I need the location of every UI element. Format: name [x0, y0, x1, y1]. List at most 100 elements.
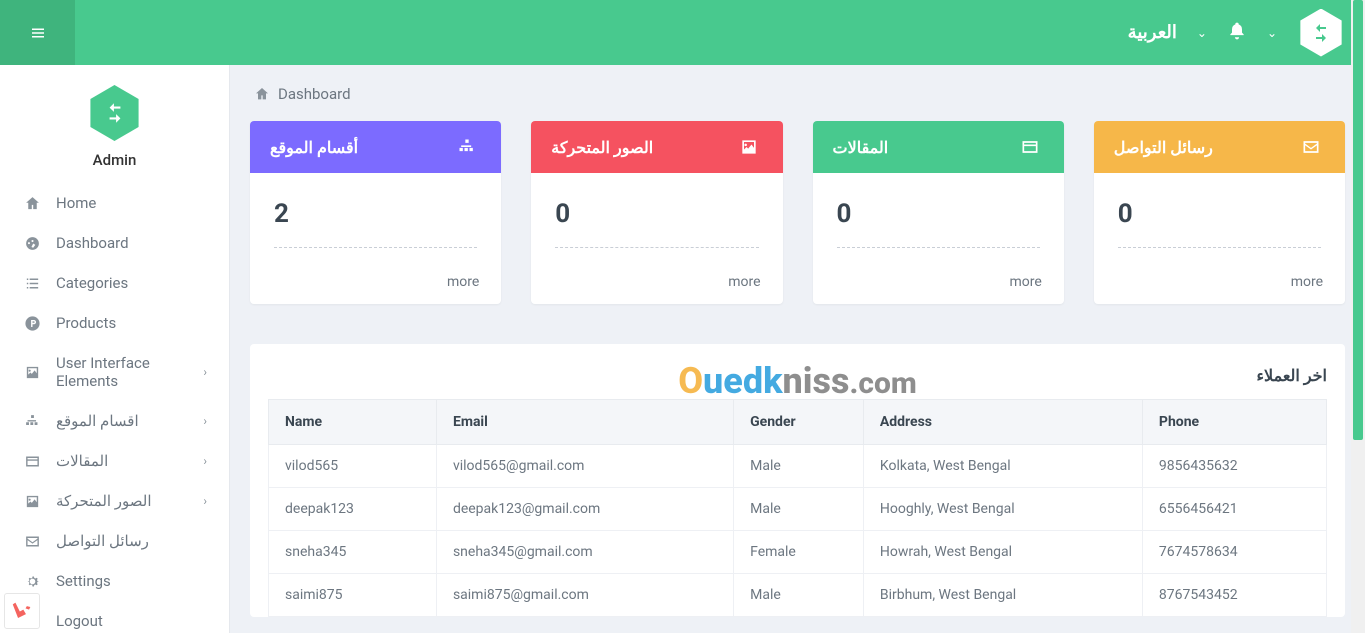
- sidebar-item-2[interactable]: Categories: [0, 263, 229, 303]
- sidebar-item-4[interactable]: User Interface Elements›: [0, 343, 229, 401]
- sidebar-item-6[interactable]: المقالات›: [0, 441, 229, 481]
- image-icon: [22, 364, 42, 381]
- sidebar-item-0[interactable]: Home: [0, 183, 229, 223]
- sidebar-item-7[interactable]: الصور المتحركة›: [0, 481, 229, 521]
- dashboard-icon: [22, 235, 42, 252]
- card-value: 0: [1118, 199, 1321, 248]
- list-icon: [22, 275, 42, 292]
- image-icon: [22, 493, 42, 510]
- table-cell: 6556456421: [1142, 488, 1326, 531]
- card-icon: [1016, 137, 1044, 157]
- sidebar: Admin Home Dashboard Categories Products Use…: [0, 65, 230, 633]
- sidebar-logo-icon: [87, 85, 143, 141]
- table-cell: Male: [734, 574, 864, 617]
- sidebar-item-label: Settings: [56, 572, 207, 590]
- sidebar-item-8[interactable]: رسائل التواصل: [0, 521, 229, 561]
- table-row: deepak123deepak123@gmail.comMaleHooghly,…: [269, 488, 1327, 531]
- info-card-0: أقسام الموقع 2 more: [250, 121, 501, 304]
- sidebar-item-label: Dashboard: [56, 234, 207, 252]
- table-cell: Kolkata, West Bengal: [863, 445, 1142, 488]
- table-cell: Birbhum, West Bengal: [863, 574, 1142, 617]
- chevron-right-icon: ›: [203, 454, 207, 468]
- card-value: 0: [837, 199, 1040, 248]
- breadcrumb: Dashboard: [250, 65, 1345, 121]
- language-label[interactable]: العربية: [1128, 22, 1177, 43]
- card-value: 2: [274, 199, 477, 248]
- sidebar-item-5[interactable]: اقسام الموقع›: [0, 401, 229, 441]
- topbar: العربية ⌄ ⌄: [0, 0, 1365, 65]
- notifications-button[interactable]: [1227, 21, 1247, 45]
- info-card-1: الصور المتحركة0more: [531, 121, 782, 304]
- table-cell: saimi875@gmail.com: [436, 574, 733, 617]
- chevron-right-icon: ›: [203, 365, 207, 379]
- circle-p-icon: [22, 315, 42, 332]
- customers-panel: اخر العملاء NameEmailGenderAddressPhone …: [250, 344, 1345, 617]
- chevron-right-icon: ›: [203, 414, 207, 428]
- table-row: vilod565vilod565@gmail.comMaleKolkata, W…: [269, 445, 1327, 488]
- home-icon: [22, 195, 42, 212]
- card-more-link[interactable]: more: [531, 262, 782, 304]
- card-header: أقسام الموقع: [250, 121, 501, 173]
- card-title: رسائل التواصل: [1114, 138, 1213, 157]
- language-chevron-icon[interactable]: ⌄: [1197, 26, 1207, 40]
- card-more-link[interactable]: more: [250, 262, 501, 304]
- sidebar-item-label: Categories: [56, 274, 207, 292]
- breadcrumb-label: Dashboard: [278, 85, 351, 103]
- envelope-icon: [1297, 137, 1325, 157]
- table-cell: 8767543452: [1142, 574, 1326, 617]
- image-icon: [735, 137, 763, 157]
- sidebar-item-label: Home: [56, 194, 207, 212]
- sidebar-item-label: المقالات: [56, 452, 203, 470]
- table-row: saimi875saimi875@gmail.comMaleBirbhum, W…: [269, 574, 1327, 617]
- sidebar-item-label: رسائل التواصل: [56, 532, 207, 550]
- sidebar-item-label: اقسام الموقع: [56, 412, 203, 430]
- card-title: الصور المتحركة: [551, 138, 653, 157]
- card-more-link[interactable]: more: [813, 262, 1064, 304]
- table-cell: vilod565: [269, 445, 437, 488]
- table-cell: saimi875: [269, 574, 437, 617]
- info-card-3: رسائل التواصل 0 more: [1094, 121, 1345, 304]
- content-area: Dashboard أقسام الموقع2moreالصور المتحرك…: [230, 65, 1365, 633]
- table-cell: sneha345@gmail.com: [436, 531, 733, 574]
- table-row: sneha345sneha345@gmail.comFemaleHowrah, …: [269, 531, 1327, 574]
- table-cell: Hooghly, West Bengal: [863, 488, 1142, 531]
- card-more-link[interactable]: more: [1094, 262, 1345, 304]
- column-header: Email: [436, 400, 733, 445]
- card-header: المقالات: [813, 121, 1064, 173]
- sidebar-item-1[interactable]: Dashboard: [0, 223, 229, 263]
- sitemap-icon: [453, 137, 481, 157]
- card-icon: [22, 453, 42, 470]
- table-cell: 9856435632: [1142, 445, 1326, 488]
- card-header: رسائل التواصل: [1094, 121, 1345, 173]
- table-cell: 7674578634: [1142, 531, 1326, 574]
- user-chevron-icon[interactable]: ⌄: [1267, 26, 1277, 40]
- column-header: Gender: [734, 400, 864, 445]
- chevron-right-icon: ›: [203, 494, 207, 508]
- sidebar-item-label: User Interface Elements: [56, 354, 203, 390]
- sidebar-item-label: Products: [56, 314, 207, 332]
- gears-icon: [22, 573, 42, 590]
- customers-table: NameEmailGenderAddressPhone vilod565vilo…: [268, 399, 1327, 617]
- column-header: Address: [863, 400, 1142, 445]
- laravel-badge-icon[interactable]: [4, 593, 40, 629]
- table-cell: sneha345: [269, 531, 437, 574]
- brand-logo-button[interactable]: [1297, 9, 1345, 57]
- sidebar-title: Admin: [0, 151, 229, 169]
- scrollbar-thumb[interactable]: [1353, 0, 1363, 440]
- table-cell: Female: [734, 531, 864, 574]
- table-cell: Howrah, West Bengal: [863, 531, 1142, 574]
- table-cell: vilod565@gmail.com: [436, 445, 733, 488]
- table-cell: Male: [734, 488, 864, 531]
- menu-toggle-button[interactable]: [0, 0, 75, 65]
- scrollbar[interactable]: [1351, 0, 1365, 633]
- home-icon: [254, 86, 270, 102]
- card-title: المقالات: [833, 138, 889, 157]
- column-header: Phone: [1142, 400, 1326, 445]
- table-cell: deepak123@gmail.com: [436, 488, 733, 531]
- table-cell: deepak123: [269, 488, 437, 531]
- sidebar-item-label: الصور المتحركة: [56, 492, 203, 510]
- table-title: اخر العملاء: [268, 362, 1327, 399]
- sidebar-item-3[interactable]: Products: [0, 303, 229, 343]
- column-header: Name: [269, 400, 437, 445]
- card-title: أقسام الموقع: [270, 138, 358, 157]
